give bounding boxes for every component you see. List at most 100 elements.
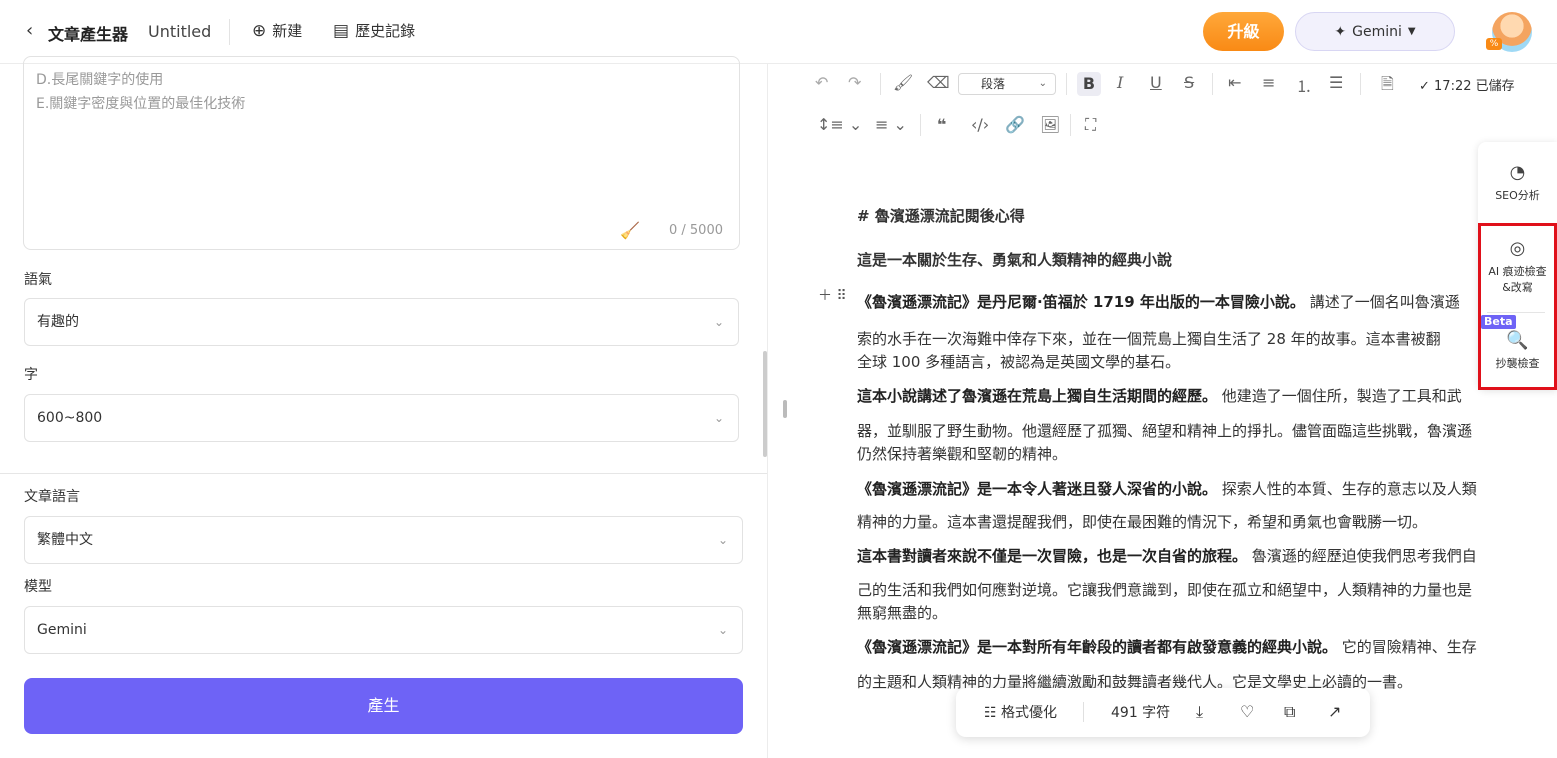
model-select[interactable]: Gemini ⌄ <box>24 606 743 654</box>
history-button-label: 歷史記錄 <box>355 22 416 40</box>
model-switch-label: Gemini <box>1352 23 1402 40</box>
plus-circle-icon: ⊕ <box>252 20 267 41</box>
underline-button[interactable]: U <box>1150 73 1162 92</box>
outline-textarea[interactable]: D.長尾關鍵字的使用 E.關鍵字密度與位置的最佳化技術 🧹 0 / 5000 <box>23 56 740 250</box>
doc-heading[interactable]: # 魯濱遜漂流記閱後心得 <box>857 205 1522 227</box>
doc-paragraph[interactable]: 這本小說講述了魯濱遜在荒島上獨自生活期間的經歷。 他建造了一個住所，製造了工具和… <box>857 385 1522 407</box>
chevron-down-icon: ⌄ <box>717 533 728 547</box>
language-select[interactable]: 繁體中文 ⌄ <box>24 516 743 564</box>
model-switch-button[interactable]: ✦ Gemini ▼ <box>1295 12 1455 51</box>
doc-line[interactable]: 全球 100 多種語言，被認為是英國文學的基石。 <box>857 351 1522 373</box>
doc-line[interactable]: 器，並馴服了野生動物。他還經歷了孤獨、絕望和精神上的掙扎。儘管面臨這些挑戰，魯濱… <box>857 420 1522 442</box>
side-tools-panel: ◔ SEO分析 ◎ AI 痕迹檢查 &改寫 🔍 抄襲檢查 <box>1478 142 1557 390</box>
history-button[interactable]: ▤ 歷史記錄 <box>333 20 415 41</box>
code-icon[interactable]: ‹/› <box>971 115 989 134</box>
toolbar-divider <box>1212 73 1213 95</box>
doc-line[interactable]: 索的水手在一次海難中倖存下來，並在一個荒島上獨自生活了 28 年的故事。這本書被… <box>857 328 1522 350</box>
document-title[interactable]: Untitled <box>148 22 211 41</box>
link-icon[interactable]: 🔗 <box>1005 115 1025 134</box>
eraser-icon[interactable]: ⌫ <box>927 73 950 92</box>
plagiarism-check-label: 抄襲檢查 <box>1495 357 1540 370</box>
language-select-value: 繁體中文 <box>37 532 93 548</box>
toolbar-divider <box>920 114 921 136</box>
new-button[interactable]: ⊕ 新建 <box>252 20 302 41</box>
saved-status: ✓ 17:22 已儲存 <box>1419 79 1515 94</box>
model-label: 模型 <box>24 579 52 595</box>
paragraph-text: 它的冒險精神、生存 <box>1341 638 1477 656</box>
heart-icon[interactable]: ♡ <box>1240 702 1254 721</box>
doc-paragraph[interactable]: 這本書對讀者來說不僅是一次冒險，也是一次自省的旅程。 魯濱遜的經歷迫使我們思考我… <box>857 545 1522 567</box>
broom-icon[interactable]: 🧹 <box>620 221 640 240</box>
paragraph-bold-lead: 這本小說講述了魯濱遜在荒島上獨自生活期間的經歷。 <box>857 387 1218 405</box>
seo-analysis-label: SEO分析 <box>1495 189 1540 202</box>
target-icon: ◎ <box>1509 238 1526 259</box>
strikethrough-button[interactable]: S <box>1184 73 1194 92</box>
paragraph-select[interactable]: 段落 ⌄ <box>958 73 1056 95</box>
floating-action-bar: ☷ 格式優化 491 字符 ⤓ ♡ ⧉ ↗ <box>956 688 1370 737</box>
ai-check-button[interactable]: ◎ AI 痕迹檢查 &改寫 <box>1478 238 1557 295</box>
tone-label: 語氣 <box>24 272 52 288</box>
side-tools-divider <box>1487 312 1545 313</box>
outdent-icon[interactable]: ⇤ <box>1228 73 1241 92</box>
floatbar-divider <box>1083 702 1084 722</box>
italic-button[interactable]: I <box>1117 73 1123 92</box>
format-optimize-label: 格式優化 <box>1001 705 1058 721</box>
textarea-line: E.關鍵字密度與位置的最佳化技術 <box>36 96 246 112</box>
doc-paragraph[interactable]: 《魯濱遜漂流記》是一本令人著迷且發人深省的小說。 探索人性的本質、生存的意志以及… <box>857 478 1522 500</box>
quote-icon[interactable]: ❝ <box>937 115 946 134</box>
ordered-list-icon[interactable]: ⒈ <box>1296 73 1312 97</box>
share-icon[interactable]: ↗ <box>1328 702 1341 721</box>
doc-line[interactable]: 己的生活和我們如何應對逆境。它讓我們意識到，即使在孤立和絕望中，人類精神的力量也… <box>857 579 1522 601</box>
chevron-down-icon: ⌄ <box>713 411 724 425</box>
doc-line[interactable]: 仍然保持著樂觀和堅韌的精神。 <box>857 443 1522 465</box>
model-select-value: Gemini <box>37 622 87 638</box>
caret-down-icon: ▼ <box>1407 26 1416 37</box>
chevron-down-icon: ⌄ <box>713 315 724 329</box>
undo-icon[interactable]: ↶ <box>815 73 828 92</box>
save-icon[interactable]: 🗎 <box>1381 73 1394 100</box>
history-icon: ▤ <box>333 20 350 41</box>
length-select-value: 600~800 <box>37 410 103 426</box>
char-counter: 0 / 5000 <box>669 223 723 238</box>
panel-resize-handle[interactable] <box>783 400 787 418</box>
toolbar-divider <box>1066 73 1067 95</box>
scrollbar-thumb[interactable] <box>763 351 767 457</box>
length-select[interactable]: 600~800 ⌄ <box>24 394 739 442</box>
format-optimize-button[interactable]: ☷ 格式優化 <box>984 702 1057 722</box>
length-label: 字 <box>24 367 38 383</box>
bullet-list-icon[interactable]: ☰ <box>1329 73 1343 92</box>
copy-icon[interactable]: ⧉ <box>1284 702 1295 722</box>
paragraph-bold-lead: 《魯濱遜漂流記》是丹尼爾·笛福於 1719 年出版的一本冒險小說。 <box>857 293 1305 311</box>
list-format-icon: ☷ <box>984 705 997 721</box>
block-add-handle[interactable]: ＋ ⠿ <box>818 285 847 305</box>
chevron-left-icon[interactable]: ‹ <box>26 20 33 41</box>
chevron-down-icon: ⌄ <box>717 623 728 637</box>
plagiarism-check-button[interactable]: 🔍 抄襲檢查 <box>1478 330 1557 371</box>
doc-line[interactable]: 無窮無盡的。 <box>857 602 1522 624</box>
toolbar-divider <box>1360 73 1361 95</box>
doc-paragraph[interactable]: 《魯濱遜漂流記》是一本對所有年齡段的讀者都有啟發意義的經典小說。 它的冒險精神、… <box>857 636 1522 658</box>
upgrade-button[interactable]: 升級 <box>1203 12 1284 51</box>
redo-icon[interactable]: ↷ <box>848 73 861 92</box>
doc-line[interactable]: 精神的力量。這本書還提醒我們，即使在最困難的情況下，希望和勇氣也會戰勝一切。 <box>857 511 1522 533</box>
doc-subtitle[interactable]: 這是一本關於生存、勇氣和人類精神的經典小說 <box>857 249 1522 271</box>
generate-button[interactable]: 產生 <box>24 678 743 734</box>
image-icon[interactable]: 🖼 <box>1040 115 1060 134</box>
tone-select[interactable]: 有趣的 ⌄ <box>24 298 739 346</box>
gauge-icon: ◔ <box>1509 162 1526 183</box>
download-icon[interactable]: ⤓ <box>1196 702 1203 722</box>
doc-paragraph[interactable]: 《魯濱遜漂流記》是丹尼爾·笛福於 1719 年出版的一本冒險小說。 講述了一個名… <box>857 291 1522 313</box>
fullscreen-icon[interactable]: ⛶ <box>1085 115 1096 135</box>
line-height-icon[interactable]: ↕≡ ⌄ <box>817 115 862 134</box>
paragraph-text: 他建造了一個住所，製造了工具和武 <box>1221 387 1462 405</box>
bold-button[interactable]: B <box>1077 72 1101 96</box>
ai-check-label: AI 痕迹檢查 <box>1488 265 1547 278</box>
format-painter-icon[interactable]: 🖌 <box>893 73 913 92</box>
indent-icon[interactable]: ≡ <box>1262 73 1275 92</box>
beta-badge: Beta <box>1481 315 1516 329</box>
document-search-icon: 🔍 <box>1506 330 1529 351</box>
align-icon[interactable]: ≡ ⌄ <box>875 115 907 134</box>
seo-analysis-button[interactable]: ◔ SEO分析 <box>1478 162 1557 203</box>
avatar-badge: % <box>1486 38 1502 50</box>
paragraph-bold-lead: 《魯濱遜漂流記》是一本令人著迷且發人深省的小說。 <box>857 480 1218 498</box>
